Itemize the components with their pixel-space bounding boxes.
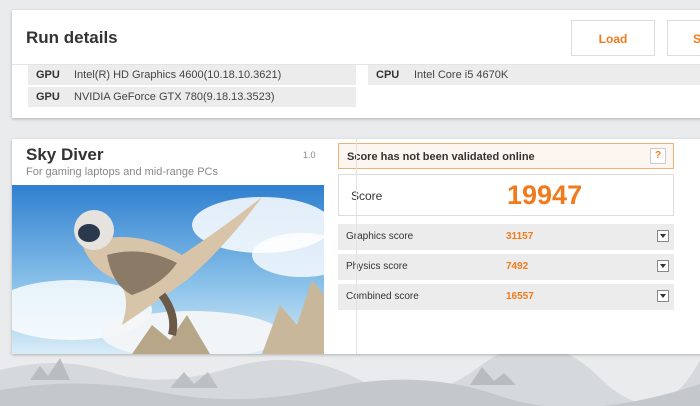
spec-gpu-2: GPU NVIDIA GeForce GTX 780(9.18.13.3523) (28, 87, 356, 107)
subscore-value: 31157 (506, 231, 534, 242)
total-score: Score 19947 (338, 174, 674, 216)
spec-key: GPU (36, 69, 60, 81)
validation-message: Score has not been validated online (347, 151, 535, 163)
graphics-score-row[interactable]: Graphics score 31157 (338, 224, 674, 250)
spec-value: Intel(R) HD Graphics 4600(10.18.10.3621) (74, 69, 282, 81)
test-subtitle: For gaming laptops and mid-range PCs (26, 166, 218, 178)
test-result-panel: Sky Diver For gaming laptops and mid-ran… (12, 139, 700, 354)
spec-value: Intel Core i5 4670K (414, 69, 509, 81)
score-value: 19947 (507, 180, 583, 210)
score-section: Score has not been validated online ? Sc… (338, 139, 700, 354)
spec-gpu-1: GPU Intel(R) HD Graphics 4600(10.18.10.3… (28, 65, 356, 85)
run-details-title: Run details (26, 28, 118, 47)
validation-notice: Score has not been validated online ? (338, 143, 674, 169)
spec-key: CPU (376, 69, 400, 81)
run-details-panel: Run details Load S GPU Intel(R) HD Graph… (12, 10, 700, 118)
physics-score-row[interactable]: Physics score 7492 (338, 254, 674, 280)
chevron-down-icon[interactable] (657, 260, 669, 272)
spec-key: GPU (36, 91, 60, 103)
sky-diver-image (12, 185, 324, 354)
divider (356, 139, 357, 354)
help-icon[interactable]: ? (650, 148, 666, 164)
chevron-down-icon[interactable] (657, 230, 669, 242)
chevron-down-icon[interactable] (657, 290, 669, 302)
subscore-value: 7492 (506, 261, 529, 272)
test-title: Sky Diver (26, 145, 104, 164)
spec-cpu: CPU Intel Core i5 4670K (368, 65, 700, 85)
subscore-value: 16557 (506, 291, 534, 302)
save-button[interactable]: S (667, 20, 700, 56)
spec-value: NVIDIA GeForce GTX 780(9.18.13.3523) (74, 91, 275, 103)
test-info: Sky Diver For gaming laptops and mid-ran… (12, 139, 324, 354)
combined-score-row[interactable]: Combined score 16557 (338, 284, 674, 310)
load-button[interactable]: Load (571, 20, 655, 56)
test-version: 1.0 (303, 150, 316, 160)
